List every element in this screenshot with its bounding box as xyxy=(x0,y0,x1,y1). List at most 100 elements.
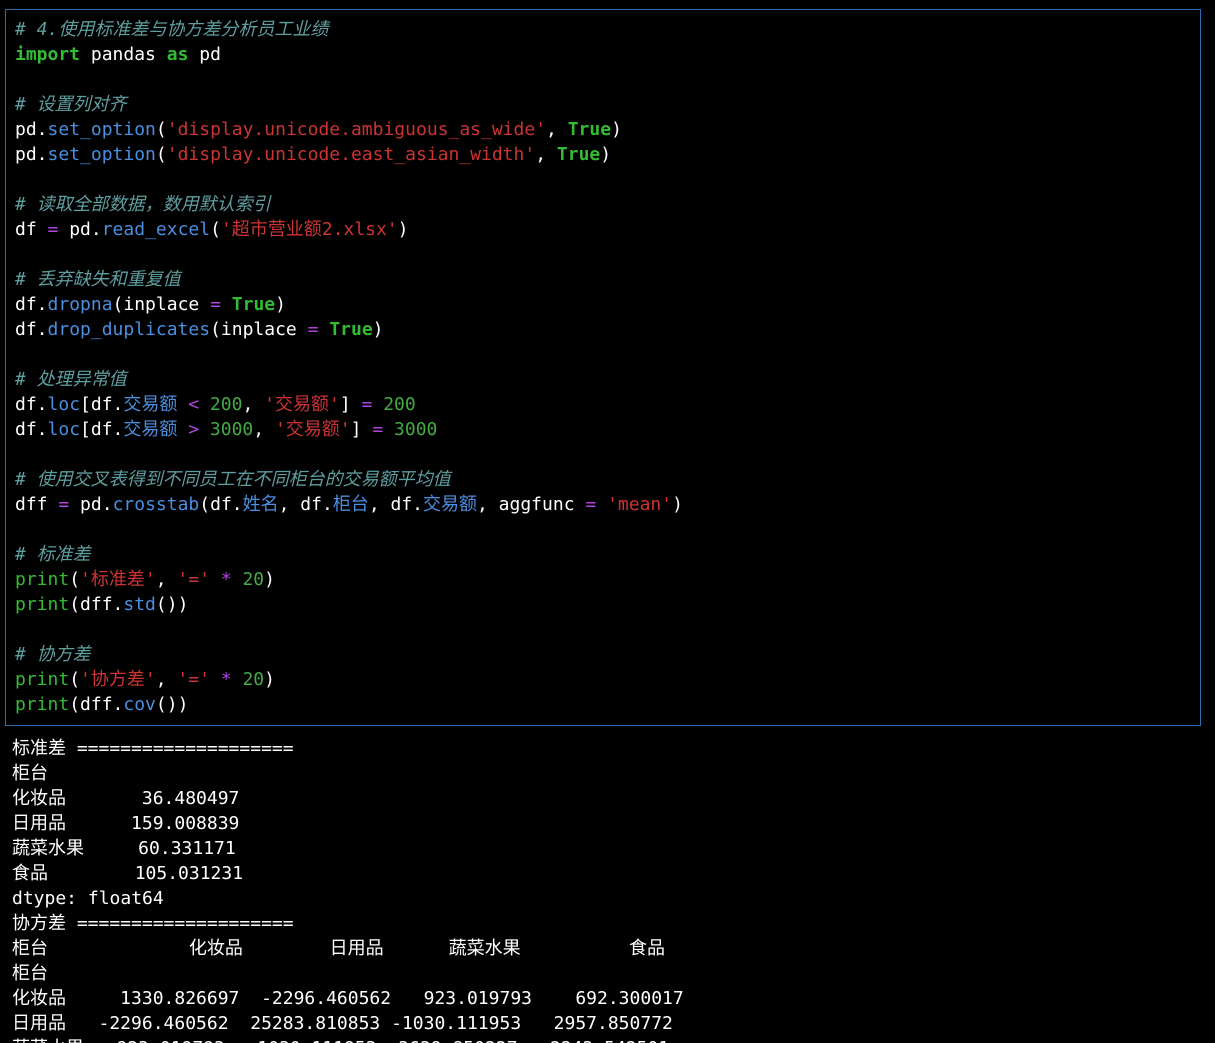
code-token-plain: ( xyxy=(155,119,167,140)
code-token-plain: ] xyxy=(339,394,362,415)
code-token-op: = xyxy=(47,219,59,240)
code-token-fn: 交易额 xyxy=(123,394,178,415)
code-token-num: 20 xyxy=(242,569,265,590)
code-token-plain: ()) xyxy=(155,694,189,715)
code-token-kw: True xyxy=(231,294,276,315)
code-token-plain: , aggfunc xyxy=(477,494,586,515)
code-token-fn: crosstab xyxy=(112,494,200,515)
code-token-bi: print xyxy=(15,569,70,590)
code-token-comment: # 协方差 xyxy=(15,644,91,665)
code-token-plain: ) xyxy=(264,669,275,690)
code-token-num: 3000 xyxy=(394,419,438,440)
code-token-kw: True xyxy=(567,119,612,140)
code-token-fn: 柜台 xyxy=(332,494,369,515)
code-token-bi: print xyxy=(15,669,70,690)
code-token-fn: loc xyxy=(47,419,81,440)
code-line: # 读取全部数据，数用默认索引 xyxy=(15,192,683,217)
code-token-plain: , xyxy=(535,144,557,165)
code-token-op: * xyxy=(220,669,232,690)
code-token-plain: ) xyxy=(397,219,409,240)
code-token-fn: read_excel xyxy=(101,219,211,240)
code-line: print('协方差', '=' * 20) xyxy=(15,667,683,692)
code-token-num: 3000 xyxy=(209,419,254,440)
code-line: # 使用交叉表得到不同员工在不同柜台的交易额平均值 xyxy=(15,467,683,492)
code-editor[interactable]: # 4.使用标准差与协方差分析员工业绩 import pandas as pd #… xyxy=(15,17,683,717)
code-token-op: > xyxy=(188,419,200,440)
code-token-plain: ( xyxy=(69,569,81,590)
code-cell[interactable]: # 4.使用标准差与协方差分析员工业绩 import pandas as pd #… xyxy=(5,9,1201,726)
code-token-str: '标准差' xyxy=(80,569,156,590)
code-token-str: 'mean' xyxy=(607,494,673,515)
code-token-plain: ( xyxy=(210,219,221,240)
output-line: 柜台 xyxy=(12,963,48,984)
code-token-kw: as xyxy=(166,44,189,65)
code-token-plain: ) xyxy=(672,494,683,515)
code-token-plain: , xyxy=(155,569,178,590)
code-token-plain: ) xyxy=(600,144,612,165)
code-token-fn: 姓名 xyxy=(242,494,279,515)
code-token-plain: df. xyxy=(15,319,48,340)
code-token-num: 200 xyxy=(383,394,416,415)
code-token-comment: # 标准差 xyxy=(15,544,91,565)
code-token-op: = xyxy=(58,494,70,515)
code-token-plain: ()) xyxy=(155,594,189,615)
code-token-op: * xyxy=(220,569,232,590)
code-line: # 4.使用标准差与协方差分析员工业绩 xyxy=(15,17,683,42)
code-line: pd.set_option('display.unicode.east_asia… xyxy=(15,142,683,167)
output-line: 蔬菜水果 60.331171 xyxy=(12,838,236,859)
code-token-str: '=' xyxy=(177,569,210,590)
code-line: df = pd.read_excel('超市营业额2.xlsx') xyxy=(15,217,683,242)
code-token-comment: # 处理异常值 xyxy=(15,369,127,390)
code-line: df.loc[df.交易额 < 200, '交易额'] = 200 xyxy=(15,392,683,417)
output-line: 日用品 159.008839 xyxy=(12,813,240,834)
code-token-str: 'display.unicode.east_asian_width' xyxy=(166,144,536,165)
code-line: df.loc[df.交易额 > 3000, '交易额'] = 3000 xyxy=(15,417,683,442)
code-line: # 标准差 xyxy=(15,542,683,567)
code-token-plain: (dff. xyxy=(69,694,124,715)
output-line: 日用品 -2296.460562 25283.810853 -1030.1119… xyxy=(12,1013,673,1034)
code-line: df.dropna(inplace = True) xyxy=(15,292,683,317)
code-token-kw: True xyxy=(329,319,373,340)
code-token-comment: # 4.使用标准差与协方差分析员工业绩 xyxy=(15,19,329,40)
code-token-plain: ( xyxy=(155,144,167,165)
code-token-plain: pd. xyxy=(58,219,102,240)
output-line: dtype: float64 xyxy=(12,888,164,909)
code-token-plain: , df. xyxy=(278,494,333,515)
code-token-plain: (inplace xyxy=(210,319,308,340)
code-token-fn: loc xyxy=(47,394,81,415)
code-token-fn: set_option xyxy=(47,119,156,140)
output-line: 柜台 xyxy=(12,763,48,784)
code-token-plain: ( xyxy=(69,669,81,690)
code-token-plain: (df. xyxy=(199,494,243,515)
code-token-plain: ] xyxy=(350,419,373,440)
code-token-plain: ) xyxy=(264,569,275,590)
code-token-plain: [df. xyxy=(80,394,124,415)
code-line: dff = pd.crosstab(df.姓名, df.柜台, df.交易额, … xyxy=(15,492,683,517)
code-line: # 丢弃缺失和重复值 xyxy=(15,267,683,292)
code-token-plain: (dff. xyxy=(69,594,124,615)
code-token-op: = xyxy=(210,294,221,315)
code-token-fn: std xyxy=(123,594,156,615)
output-line: 食品 105.031231 xyxy=(12,863,244,884)
code-token-op: = xyxy=(372,419,384,440)
output-line: 蔬菜水果 923.019793 -1030.111953 3639.850227… xyxy=(12,1036,684,1043)
code-token-fn: set_option xyxy=(47,144,156,165)
code-token-plain: , xyxy=(253,419,275,440)
code-token-comment: # 丢弃缺失和重复值 xyxy=(15,269,181,290)
code-token-plain: df xyxy=(15,219,48,240)
code-token-plain: pd. xyxy=(15,119,48,140)
code-token-fn: drop_duplicates xyxy=(47,319,211,340)
output-line: 化妆品 36.480497 xyxy=(12,788,240,809)
